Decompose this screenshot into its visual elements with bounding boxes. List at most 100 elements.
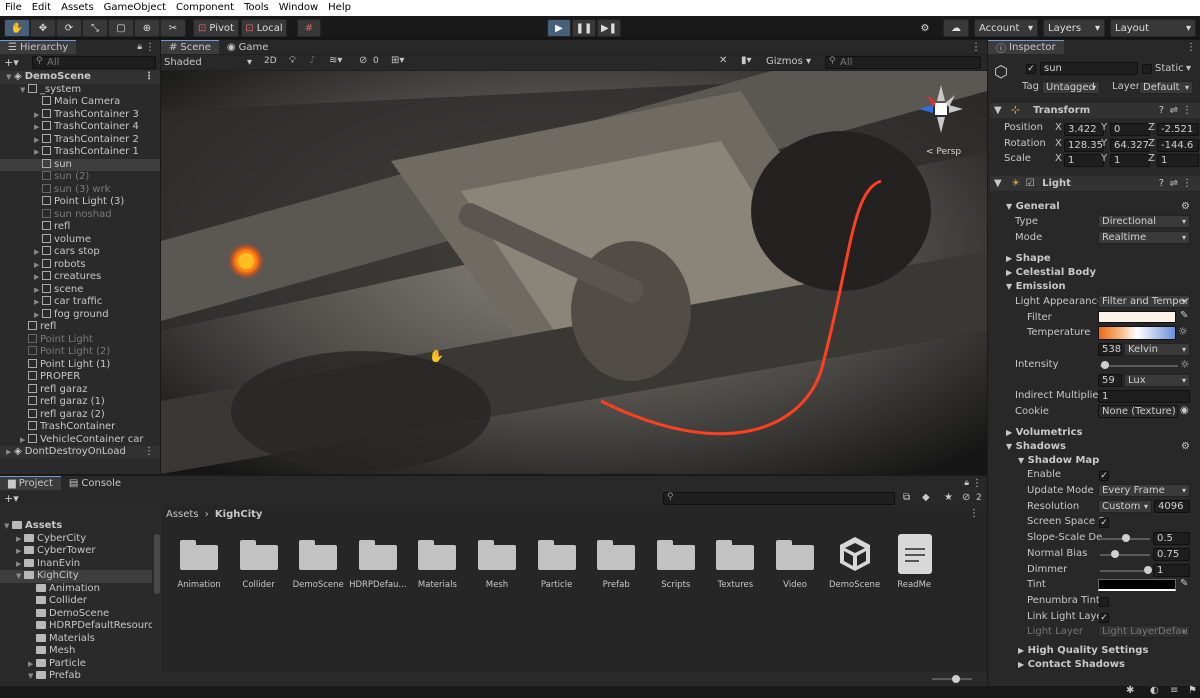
transform-header[interactable]: ▼ ⊹ Transform ? ⇌ ⋮ bbox=[990, 103, 1200, 118]
debug-icon[interactable]: ✱ bbox=[1126, 685, 1134, 696]
folder-tree-item[interactable]: ▶ CyberTower bbox=[0, 545, 152, 558]
more-icon[interactable]: ⋮ bbox=[144, 446, 154, 459]
menu-component[interactable]: Component bbox=[171, 0, 239, 16]
hidden-packages-icon[interactable]: ⊘ bbox=[962, 492, 970, 503]
hierarchy-item[interactable]: refl bbox=[0, 321, 160, 334]
chevron-down-icon[interactable]: ▼ bbox=[20, 84, 28, 97]
mode-dropdown[interactable]: Realtime bbox=[1098, 231, 1190, 244]
transform-tool-button[interactable]: ⊕ bbox=[134, 19, 160, 37]
hierarchy-item[interactable]: refl garaz bbox=[0, 383, 160, 397]
menu-assets[interactable]: Assets bbox=[56, 0, 99, 16]
favorite-icon[interactable]: ★ bbox=[944, 492, 953, 503]
hierarchy-item[interactable]: ▶ TrashContainer 1 bbox=[0, 146, 160, 159]
chevron-right-icon[interactable]: ▶ bbox=[20, 434, 28, 447]
add-icon[interactable]: +▾ bbox=[4, 56, 19, 69]
label-icon[interactable]: ◆ bbox=[922, 492, 930, 503]
hierarchy-item[interactable]: refl bbox=[0, 221, 160, 234]
rotation-z-input[interactable]: -144.6 bbox=[1157, 139, 1199, 152]
more-icon[interactable]: ⋮ bbox=[972, 478, 982, 489]
chevron-right-icon[interactable]: ▶ bbox=[34, 284, 42, 297]
hierarchy-item[interactable]: Point Light (1) bbox=[0, 358, 160, 372]
hierarchy-item[interactable]: ▶ creatures bbox=[0, 271, 160, 284]
move-tool-button[interactable]: ✥ bbox=[30, 19, 56, 37]
update-mode-dropdown[interactable]: Every Frame bbox=[1098, 484, 1190, 497]
rect-tool-button[interactable]: ▢ bbox=[108, 19, 134, 37]
folder-tree-item[interactable]: Collider bbox=[0, 595, 152, 608]
folder-tree-item[interactable]: HDRPDefaultResource bbox=[0, 620, 152, 633]
hierarchy-item[interactable]: ▼ _system bbox=[0, 83, 160, 97]
contact-shadows-foldout[interactable]: ▶ Contact Shadows bbox=[990, 657, 1200, 672]
play-button[interactable]: ▶ bbox=[547, 19, 571, 37]
menu-tools[interactable]: Tools bbox=[239, 0, 274, 16]
celestial-foldout[interactable]: ▶ Celestial Body bbox=[990, 265, 1200, 280]
hierarchy-item[interactable]: ▶ fog ground bbox=[0, 308, 160, 322]
chevron-right-icon[interactable]: ▶ bbox=[34, 121, 42, 134]
menu-edit[interactable]: Edit bbox=[27, 0, 56, 16]
position-x-input[interactable]: 3.422 bbox=[1064, 123, 1104, 136]
tint-color-swatch[interactable] bbox=[1098, 579, 1176, 591]
type-dropdown[interactable]: Directional bbox=[1098, 215, 1190, 228]
more-icon[interactable]: ⋮ bbox=[1182, 176, 1192, 191]
filter-color-swatch[interactable] bbox=[1098, 311, 1176, 323]
slope-slider-knob[interactable] bbox=[1122, 534, 1130, 542]
project-search-input[interactable] bbox=[663, 492, 895, 505]
screen-space-checkbox[interactable]: ✓ bbox=[1099, 518, 1109, 528]
hierarchy-item[interactable]: sun (2) bbox=[0, 171, 160, 184]
scene-search-input[interactable]: All bbox=[825, 56, 981, 69]
zoom-slider-knob[interactable] bbox=[952, 675, 960, 683]
effects-icon[interactable]: ≋▾ bbox=[329, 55, 342, 66]
tools-icon[interactable]: ✕ bbox=[719, 55, 727, 66]
folder-tree-item[interactable]: Mesh bbox=[0, 645, 152, 658]
chevron-right-icon[interactable]: ▶ bbox=[34, 309, 42, 322]
mode-2d-button[interactable]: 2D bbox=[264, 56, 277, 66]
pause-button[interactable]: ❚❚ bbox=[572, 19, 596, 37]
hierarchy-item[interactable]: refl garaz (2) bbox=[0, 408, 160, 422]
intensity-slider-knob[interactable] bbox=[1101, 361, 1109, 369]
chevron-right-icon[interactable]: ▶ bbox=[16, 545, 24, 558]
tab-console[interactable]: ▤ Console bbox=[60, 476, 130, 490]
layout-dropdown[interactable]: Layout ▾ bbox=[1110, 19, 1196, 37]
more-icon[interactable]: ⋮ bbox=[971, 42, 981, 53]
folder-tree-item[interactable]: ▶ InanEvin bbox=[0, 558, 152, 571]
object-picker-icon[interactable]: ◉ bbox=[1180, 405, 1189, 416]
chevron-down-icon[interactable]: ▼ bbox=[6, 71, 14, 84]
chevron-down-icon[interactable]: ▼ bbox=[28, 670, 36, 683]
hierarchy-item[interactable]: PROPER bbox=[0, 371, 160, 384]
audio-icon[interactable]: ♪ bbox=[309, 55, 315, 66]
hierarchy-item[interactable]: ▶ robots bbox=[0, 258, 160, 272]
menu-window[interactable]: Window bbox=[274, 0, 323, 16]
hierarchy-item[interactable]: ▶ cars stop bbox=[0, 246, 160, 259]
temperature-unit-dropdown[interactable]: Kelvin bbox=[1124, 343, 1190, 356]
asset-item[interactable]: Scripts bbox=[644, 534, 708, 598]
hierarchy-item[interactable]: Point Light (3) bbox=[0, 196, 160, 209]
resolution-dropdown[interactable]: Custom bbox=[1098, 500, 1152, 513]
chevron-right-icon[interactable]: ▶ bbox=[6, 446, 14, 459]
persp-label[interactable]: < Persp bbox=[926, 147, 961, 157]
cloud-button[interactable]: ☁ bbox=[943, 19, 969, 37]
lock-icon[interactable]: 🔒︎ bbox=[137, 42, 142, 52]
preset-icon[interactable]: ⇌ bbox=[1170, 103, 1178, 118]
notification-icon[interactable]: ⚑ bbox=[1188, 685, 1197, 696]
layers-icon[interactable]: ≡ bbox=[1170, 685, 1178, 696]
position-y-input[interactable]: 0 bbox=[1110, 123, 1150, 136]
add-icon[interactable]: +▾ bbox=[4, 492, 19, 505]
preset-icon[interactable]: ⇌ bbox=[1170, 176, 1178, 191]
hierarchy-item[interactable]: Point Light bbox=[0, 333, 160, 347]
hierarchy-item[interactable]: Main Camera bbox=[0, 96, 160, 109]
hierarchy-item[interactable]: TrashContainer bbox=[0, 421, 160, 434]
hierarchy-item[interactable]: ▶ VehicleContainer car bbox=[0, 433, 160, 447]
tag-dropdown[interactable]: Untagged bbox=[1042, 81, 1100, 94]
folder-tree-item[interactable]: ▼ KighCity bbox=[0, 570, 152, 583]
chevron-right-icon[interactable]: ▶ bbox=[16, 558, 24, 571]
object-name-input[interactable]: sun bbox=[1040, 62, 1138, 75]
hierarchy-item[interactable]: ▶ ◈ DontDestroyOnLoad ⋮ bbox=[0, 446, 160, 459]
pivot-button[interactable]: ⊡ Pivot bbox=[193, 19, 239, 37]
chevron-down-icon[interactable]: ▼ bbox=[4, 520, 12, 533]
chevron-right-icon[interactable]: ▶ bbox=[34, 296, 42, 309]
layer-dropdown[interactable]: Default bbox=[1139, 81, 1193, 94]
chevron-right-icon[interactable]: ▶ bbox=[34, 259, 42, 272]
visibility-icon[interactable]: ⊘ bbox=[359, 55, 367, 66]
hierarchy-item[interactable]: ▶ TrashContainer 3 bbox=[0, 108, 160, 122]
shadows-foldout[interactable]: ▼ Shadows ⚙ bbox=[990, 439, 1200, 454]
more-icon[interactable]: ⋮ bbox=[144, 71, 154, 84]
